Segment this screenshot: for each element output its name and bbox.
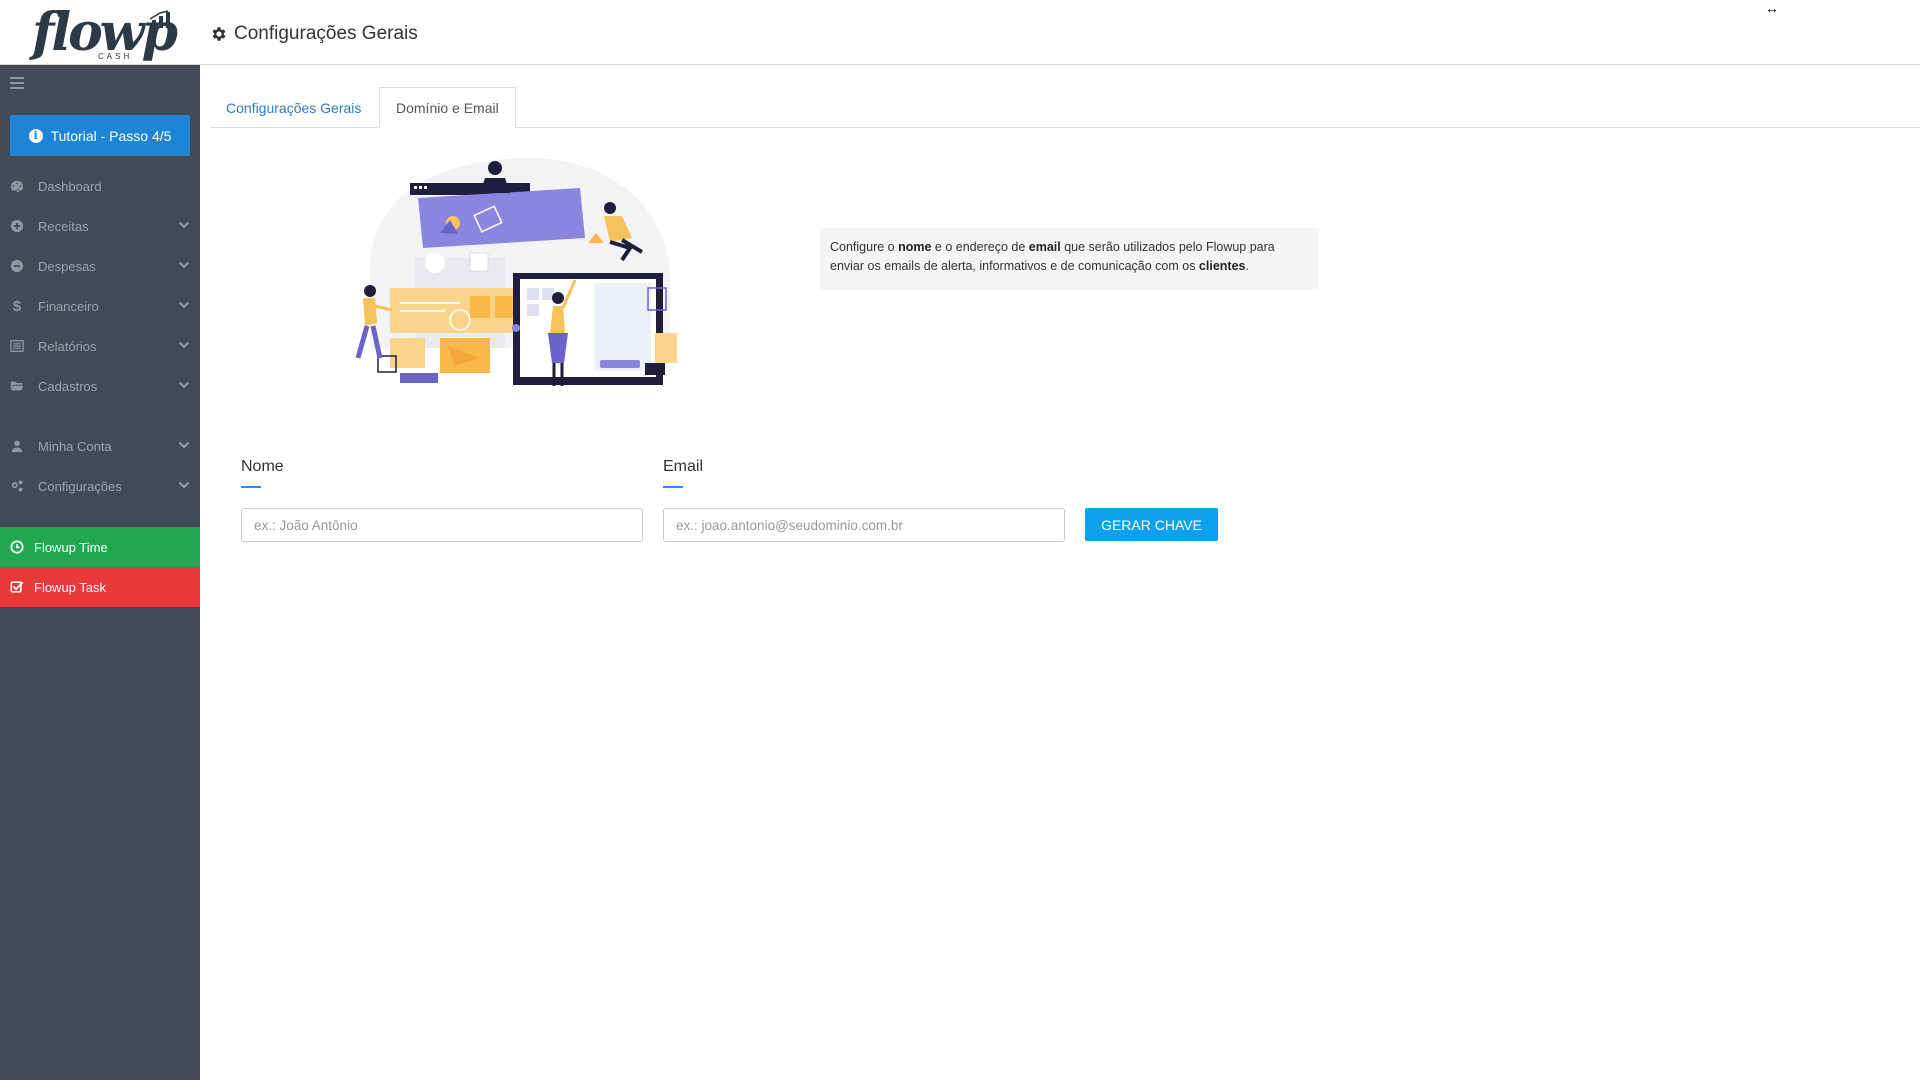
page-title: Configurações Gerais: [234, 23, 418, 44]
sidebar-item-label: Financeiro: [38, 298, 99, 314]
logo-subtitle: CASH: [98, 52, 133, 61]
gear-icon: [212, 27, 226, 41]
info-bold-nome: nome: [898, 240, 932, 254]
tab-bar: Configurações Gerais Domínio e Email: [210, 87, 1920, 129]
nome-label-underline: [241, 486, 261, 488]
cogs-icon: [10, 479, 24, 493]
logo-bars-icon: [150, 10, 170, 28]
plus-circle-icon: [10, 219, 24, 233]
chevron-down-icon: [178, 301, 190, 309]
info-text-1: Configure o: [830, 240, 899, 254]
menu-toggle-icon[interactable]: [10, 77, 24, 89]
sidebar-item-label: Minha Conta: [38, 438, 112, 454]
clock-icon: [10, 540, 24, 554]
info-text-4: .: [1245, 259, 1249, 273]
nome-input[interactable]: [241, 508, 643, 542]
generate-key-button[interactable]: GERAR CHAVE: [1085, 508, 1218, 541]
tab-dominio-email[interactable]: Domínio e Email: [379, 87, 516, 129]
tab-label: Configurações Gerais: [226, 99, 362, 116]
flowup-logo[interactable]: flowp CASH: [28, 6, 178, 62]
tutorial-button[interactable]: i Tutorial - Passo 4/5: [10, 115, 190, 156]
sidebar-nav: Dashboard Receitas Despesas $ Financeiro: [0, 166, 200, 506]
check-square-icon: [10, 580, 24, 594]
user-icon: [10, 439, 24, 453]
chevron-down-icon: [178, 441, 190, 449]
dollar-icon: $: [12, 297, 22, 315]
flowup-task-label: Flowup Task: [34, 579, 107, 595]
sidebar-item-cadastros[interactable]: Cadastros: [0, 366, 200, 406]
email-label-underline: [663, 486, 683, 488]
top-header: flowp CASH Configurações Gerais ↔: [0, 0, 1920, 65]
sidebar-item-label: Relatórios: [38, 338, 97, 354]
sidebar-item-label: Configurações: [38, 478, 122, 494]
tutorial-label: Tutorial - Passo 4/5: [50, 127, 172, 144]
dashboard-icon: [10, 179, 24, 193]
sidebar-item-minha-conta[interactable]: Minha Conta: [0, 426, 200, 466]
chevron-down-icon: [178, 381, 190, 389]
main-content: Configurações Gerais Domínio e Email Con…: [200, 65, 1920, 1080]
info-icon: i: [28, 128, 43, 143]
flowup-time-link[interactable]: Flowup Time: [0, 527, 200, 567]
flowup-task-link[interactable]: Flowup Task: [0, 567, 200, 607]
page-header: Configurações Gerais: [210, 22, 418, 46]
sidebar-item-financeiro[interactable]: $ Financeiro: [0, 286, 200, 326]
chevron-down-icon: [178, 341, 190, 349]
app-root: flowp CASH Configurações Gerais ↔ i Tuto…: [0, 0, 1920, 1080]
team-illustration: [355, 158, 677, 386]
sidebar-item-relatorios[interactable]: Relatórios: [0, 326, 200, 366]
chevron-down-icon: [178, 221, 190, 229]
folder-icon: [10, 379, 24, 393]
tab-label: Domínio e Email: [396, 100, 499, 116]
info-text-2: e o endereço de: [931, 240, 1029, 254]
minus-circle-icon: [10, 259, 24, 273]
info-bold-clientes: clientes: [1198, 259, 1246, 273]
resize-icon: ↔: [1765, 0, 1779, 16]
sidebar-item-configuracoes[interactable]: Configurações: [0, 466, 200, 506]
sidebar-item-receitas[interactable]: Receitas: [0, 206, 200, 246]
email-label: Email: [663, 458, 704, 475]
flowup-time-label: Flowup Time: [34, 539, 108, 555]
chevron-down-icon: [178, 481, 190, 489]
sidebar-item-dashboard[interactable]: Dashboard: [0, 166, 200, 206]
info-box: Configure o nome e o endereço de email q…: [820, 228, 1319, 290]
sidebar-item-label: Receitas: [38, 218, 89, 234]
tab-configuracoes-gerais[interactable]: Configurações Gerais: [210, 87, 377, 128]
sidebar-item-label: Cadastros: [38, 378, 98, 394]
chevron-down-icon: [178, 261, 190, 269]
nome-label: Nome: [241, 458, 284, 475]
list-icon: [10, 339, 24, 353]
email-input[interactable]: [663, 508, 1065, 542]
sidebar-item-label: Dashboard: [38, 178, 102, 194]
sidebar-item-label: Despesas: [38, 258, 96, 274]
info-bold-email: email: [1028, 240, 1061, 254]
sidebar: i Tutorial - Passo 4/5 Dashboard Receita…: [0, 65, 200, 1080]
sidebar-item-despesas[interactable]: Despesas: [0, 246, 200, 286]
